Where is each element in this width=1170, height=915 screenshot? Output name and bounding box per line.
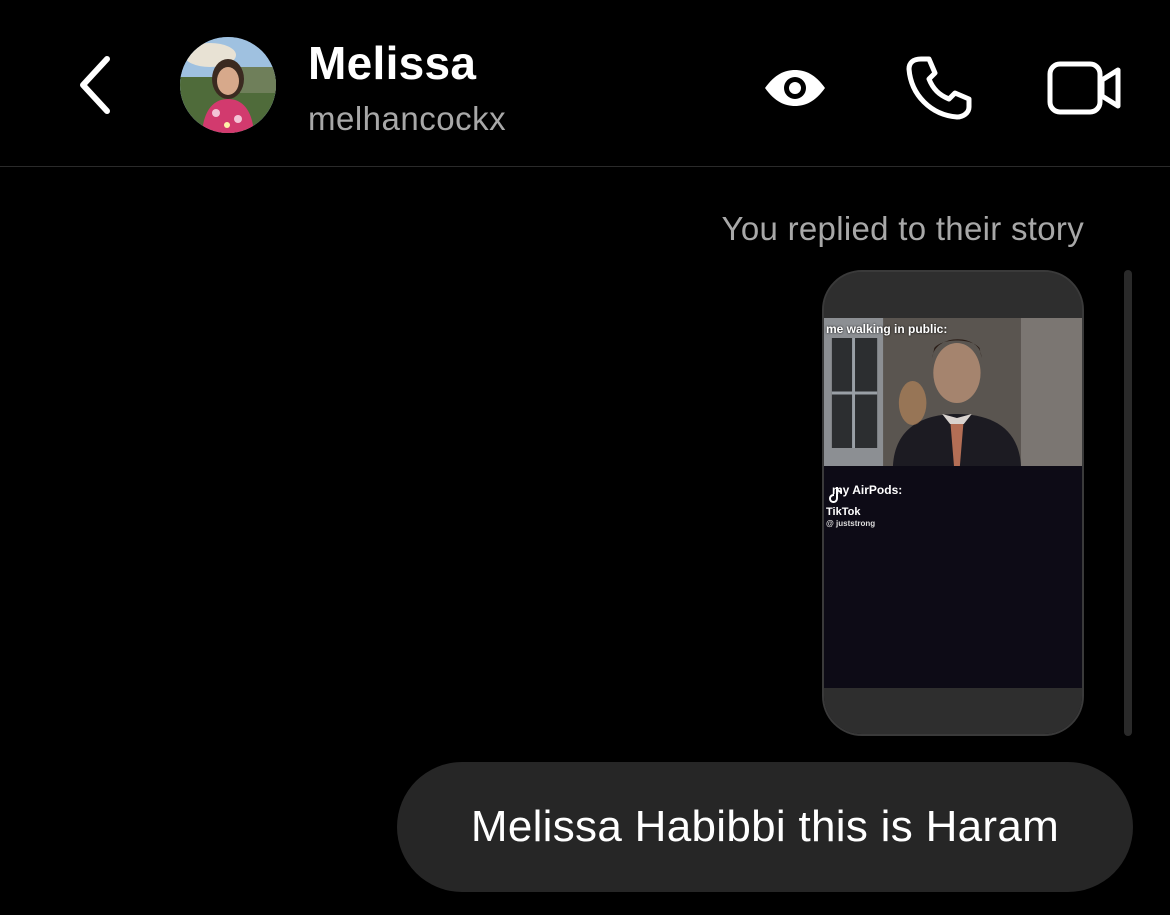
- story-preview[interactable]: me walking in public: my AirPods: TikTok…: [822, 270, 1084, 736]
- tiktok-handle: @ juststrong: [826, 519, 876, 528]
- story-caption-top: me walking in public:: [826, 322, 948, 336]
- view-profile-button[interactable]: [755, 48, 835, 128]
- message-bubble[interactable]: Melissa Habibbi this is Haram: [397, 762, 1133, 892]
- story-bottom-bar: [824, 688, 1082, 734]
- avatar[interactable]: [180, 37, 276, 133]
- audio-call-button[interactable]: [898, 48, 978, 128]
- message-text: Melissa Habibbi this is Haram: [470, 802, 1060, 851]
- story-reply-note: You replied to their story: [721, 210, 1084, 247]
- tiktok-watermark: TikTok: [826, 506, 861, 518]
- eye-icon: [765, 70, 825, 106]
- contact-name[interactable]: Melissa: [308, 36, 476, 90]
- chat-screen: Melissa melhancockx You replied to their…: [0, 0, 1170, 915]
- video-call-button[interactable]: [1044, 48, 1124, 128]
- avatar-image: [180, 37, 276, 133]
- chevron-left-icon: [80, 56, 110, 114]
- tiktok-logo-icon: [829, 487, 842, 503]
- chat-header: Melissa melhancockx: [0, 0, 1170, 167]
- scrollbar[interactable]: [1124, 270, 1132, 736]
- phone-icon: [906, 56, 972, 120]
- contact-username[interactable]: melhancockx: [308, 100, 506, 138]
- video-camera-icon: [1047, 61, 1121, 115]
- back-button[interactable]: [70, 50, 120, 120]
- story-top-bar: [824, 272, 1082, 318]
